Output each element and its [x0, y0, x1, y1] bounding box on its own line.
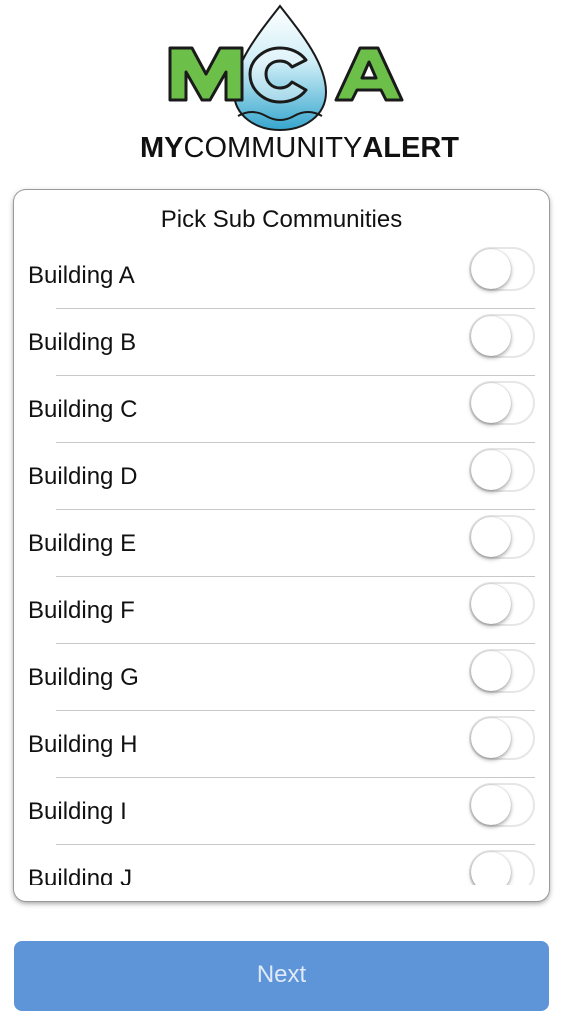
toggle-switch[interactable] [469, 515, 535, 559]
list-item: Building C [14, 376, 549, 443]
list-item-label: Building D [28, 463, 138, 490]
card-title: Pick Sub Communities [160, 206, 403, 233]
toggle-knob [471, 584, 511, 624]
sub-community-list[interactable]: Building A Building B Building C Building D… [14, 242, 549, 885]
toggle-knob [471, 249, 511, 289]
toggle-knob [471, 383, 511, 423]
toggle-switch[interactable] [469, 314, 535, 358]
list-item-label: Building C [28, 396, 138, 423]
toggle-knob [471, 450, 511, 490]
list-item-label: Building H [28, 731, 138, 758]
list-item: Building E [14, 510, 549, 577]
list-item: Building G [14, 644, 549, 711]
list-item: Building F [14, 577, 549, 644]
toggle-knob [471, 517, 511, 557]
toggle-knob [471, 718, 511, 758]
toggle-knob [471, 785, 511, 825]
brand-community: COMMUNITY [183, 132, 363, 164]
sub-communities-card: Pick Sub Communities Building A Building … [14, 190, 549, 901]
toggle-knob [471, 316, 511, 356]
list-item: Building B [14, 309, 549, 376]
toggle-knob [471, 651, 511, 691]
next-button[interactable]: Next [14, 941, 549, 1011]
toggle-switch[interactable] [469, 850, 535, 885]
list-item-label: Building F [28, 597, 135, 624]
list-item: Building I [14, 778, 549, 845]
list-item: Building D [14, 443, 549, 510]
list-item-label: Building J [28, 865, 133, 885]
brand-alert: ALERT [362, 132, 459, 164]
list-item-label: Building G [28, 664, 139, 691]
app-logo: MYCOMMUNITYALERT [140, 4, 459, 164]
toggle-switch[interactable] [469, 448, 535, 492]
toggle-switch[interactable] [469, 381, 535, 425]
brand-my: MY [140, 132, 184, 164]
toggle-switch[interactable] [469, 582, 535, 626]
list-item-label: Building A [28, 262, 135, 289]
list-item: Building J [14, 845, 549, 885]
list-item: Building H [14, 711, 549, 778]
brand-wordmark: MYCOMMUNITYALERT [140, 132, 459, 164]
toggle-knob [471, 852, 511, 885]
list-item: Building A [14, 242, 549, 309]
toggle-switch[interactable] [469, 783, 535, 827]
list-item-label: Building B [28, 329, 137, 356]
toggle-switch[interactable] [469, 649, 535, 693]
list-item-label: Building E [28, 530, 137, 557]
logo-graphic [168, 4, 404, 132]
toggle-switch[interactable] [469, 247, 535, 291]
list-item-label: Building I [28, 798, 127, 825]
toggle-switch[interactable] [469, 716, 535, 760]
